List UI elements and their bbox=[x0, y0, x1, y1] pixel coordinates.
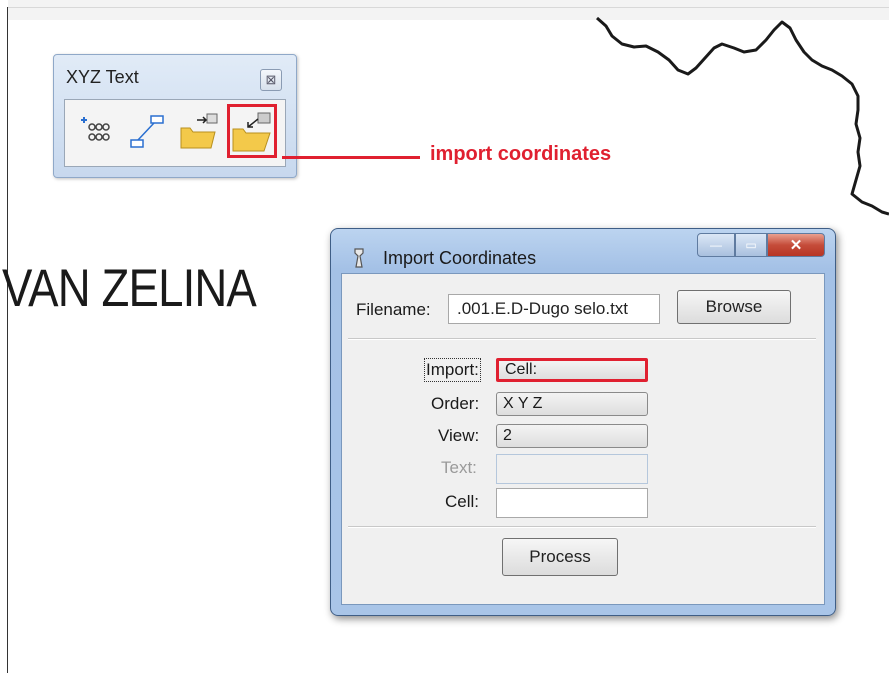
separator-top bbox=[348, 338, 816, 340]
order-combo[interactable]: X Y Z bbox=[496, 392, 648, 416]
open-folder-export-icon bbox=[180, 113, 218, 149]
filename-field[interactable] bbox=[448, 294, 660, 324]
toolbox-tools bbox=[64, 99, 286, 167]
toolbox-title: XYZ Text bbox=[66, 67, 139, 87]
xyz-text-toolbox: XYZ Text ⊠ bbox=[53, 54, 297, 178]
close-icon: ✕ bbox=[789, 237, 803, 254]
close-button[interactable]: ✕ bbox=[767, 233, 825, 257]
minimize-icon: — bbox=[710, 238, 722, 252]
callout-line bbox=[282, 156, 420, 159]
filename-label: Filename: bbox=[356, 300, 431, 319]
maximize-icon: ▭ bbox=[745, 238, 757, 252]
text-label: Text: bbox=[441, 458, 477, 477]
cell-field[interactable] bbox=[496, 488, 648, 518]
connect-points-tool[interactable] bbox=[125, 110, 169, 154]
window-controls: — ▭ ✕ bbox=[697, 233, 825, 259]
callout-label: import coordinates bbox=[430, 143, 612, 165]
import-label: Import: bbox=[424, 358, 481, 382]
text-field bbox=[496, 454, 648, 484]
import-coordinates-tool[interactable] bbox=[227, 104, 277, 158]
import-combo[interactable]: Cell: bbox=[496, 358, 648, 382]
export-file-tool[interactable] bbox=[177, 110, 221, 154]
dialog-app-icon bbox=[354, 248, 364, 268]
cell-label: Cell: bbox=[445, 492, 480, 511]
separator-bottom bbox=[348, 526, 816, 528]
toolbox-close-button[interactable]: ⊠ bbox=[260, 69, 282, 91]
view-label: View: bbox=[438, 426, 480, 445]
import-coordinates-folder-icon bbox=[232, 112, 271, 152]
connect-points-icon bbox=[130, 115, 164, 148]
minimize-button[interactable]: — bbox=[697, 233, 735, 257]
export-coordinates-tool[interactable] bbox=[75, 110, 119, 154]
import-coordinates-dialog: Import Coordinates — ▭ ✕ Filename: Brows… bbox=[330, 228, 836, 616]
maximize-button[interactable]: ▭ bbox=[735, 233, 767, 257]
view-combo[interactable]: 2 bbox=[496, 424, 648, 448]
browse-button[interactable]: Browse bbox=[677, 290, 791, 324]
map-place-label: VAN ZELINA bbox=[2, 259, 257, 318]
dialog-title: Import Coordinates bbox=[383, 248, 537, 268]
dialog-client-area: Filename: Browse Import: Cell: Order: X … bbox=[341, 273, 825, 605]
order-label: Order: bbox=[431, 394, 480, 413]
process-button[interactable]: Process bbox=[502, 538, 618, 576]
export-coordinates-icon bbox=[81, 117, 110, 141]
